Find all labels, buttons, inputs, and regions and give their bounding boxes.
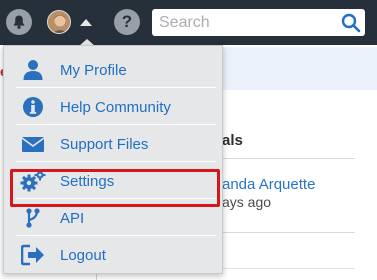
sign-out-icon — [20, 242, 46, 268]
bell-icon — [13, 15, 25, 29]
notifications-button[interactable] — [6, 9, 32, 35]
profile-dropdown-menu: My Profile Help Community Support Files — [3, 45, 223, 274]
menu-item-label: Logout — [60, 246, 106, 264]
page-divider — [222, 232, 355, 233]
avatar[interactable] — [47, 10, 71, 34]
question-icon: ? — [121, 12, 133, 31]
search-input[interactable] — [152, 9, 337, 36]
menu-item-label: My Profile — [60, 61, 127, 79]
page-divider — [222, 158, 355, 159]
page-banner — [222, 47, 377, 90]
user-photo-icon — [48, 11, 70, 33]
page-user-link[interactable]: anda Arquette — [222, 176, 315, 193]
page-section-heading: als — [222, 132, 243, 149]
highlight-box — [10, 169, 220, 207]
page-divider — [222, 268, 355, 269]
help-button[interactable]: ? — [114, 9, 140, 35]
search-icon[interactable] — [341, 13, 361, 33]
menu-item-label: Support Files — [60, 135, 149, 153]
menu-item-label: API — [60, 209, 85, 227]
search-box — [152, 9, 365, 36]
menu-divider — [16, 87, 216, 88]
branch-icon — [20, 205, 46, 231]
menu-item-label: Help Community — [60, 98, 171, 116]
menu-item-logout[interactable]: Logout — [10, 237, 216, 273]
top-navbar: ? — [0, 0, 377, 45]
person-icon — [20, 57, 46, 83]
menu-divider — [16, 124, 216, 125]
menu-divider — [16, 235, 216, 236]
menu-item-support-files[interactable]: Support Files — [10, 126, 216, 162]
page-timestamp: ays ago — [222, 194, 272, 210]
envelope-icon — [20, 131, 46, 157]
menu-item-my-profile[interactable]: My Profile — [10, 52, 216, 88]
menu-divider — [16, 161, 216, 162]
menu-item-help-community[interactable]: Help Community — [10, 89, 216, 125]
chevron-up-icon[interactable] — [80, 19, 92, 26]
info-icon — [20, 94, 46, 120]
